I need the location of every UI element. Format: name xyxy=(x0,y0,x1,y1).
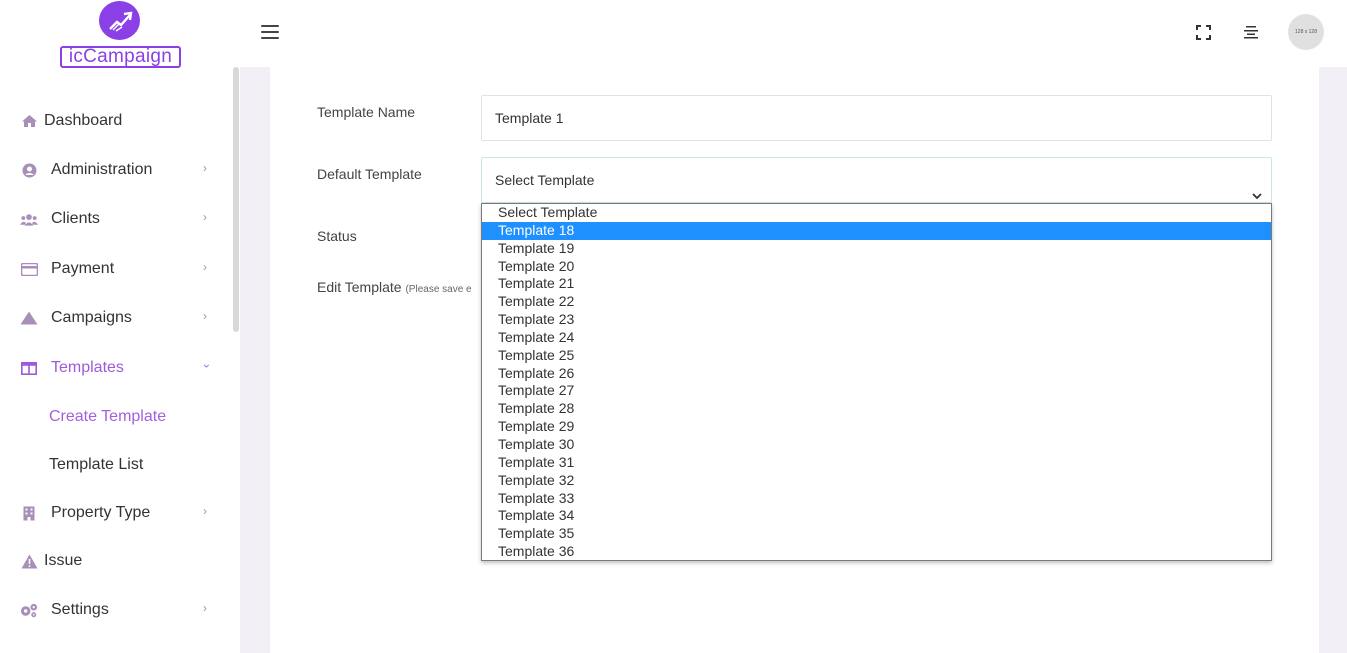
default-template-value: Select Template xyxy=(495,172,595,188)
avatar[interactable]: 128 x 128 xyxy=(1288,14,1324,50)
sidebar-item-label: Dashboard xyxy=(44,112,123,129)
dropdown-option[interactable]: Template 29 xyxy=(482,418,1271,436)
template-name-input[interactable]: Template 1 xyxy=(481,95,1272,141)
sidebar-item-label: Property Type xyxy=(51,504,151,521)
brand-logo[interactable]: icCampaign xyxy=(60,0,182,68)
sidebar-item-issue[interactable]: Issue xyxy=(0,546,232,576)
sidebar-item-label: Settings xyxy=(51,601,109,618)
sidebar-item-administration[interactable]: Administration › xyxy=(0,155,232,185)
sidebar-item-label: Administration xyxy=(51,161,153,178)
mountain-icon xyxy=(20,310,38,326)
sidebar-item-label: Clients xyxy=(51,210,100,227)
sidebar-subitem-create-template[interactable]: Create Template xyxy=(49,408,166,426)
building-icon xyxy=(20,505,38,521)
dropdown-option[interactable]: Template 28 xyxy=(482,400,1271,418)
dropdown-option[interactable]: Template 24 xyxy=(482,329,1271,347)
user-circle-icon xyxy=(20,162,38,178)
dropdown-option[interactable]: Template 35 xyxy=(482,525,1271,543)
chevron-right-icon: › xyxy=(203,210,207,224)
chevron-right-icon: › xyxy=(203,260,207,274)
chevron-right-icon: › xyxy=(203,161,207,175)
template-name-label: Template Name xyxy=(317,104,416,120)
cogs-icon xyxy=(20,602,38,618)
sidebar-item-label: Templates xyxy=(51,359,124,376)
align-center-icon[interactable] xyxy=(1244,25,1258,39)
topbar: 128 x 128 xyxy=(240,0,1347,67)
dropdown-option[interactable]: Template 32 xyxy=(482,472,1271,490)
columns-icon xyxy=(20,360,38,376)
default-template-label: Default Template xyxy=(317,166,422,182)
sidebar-item-label: Issue xyxy=(44,552,83,569)
default-template-select[interactable]: Select Template xyxy=(481,157,1272,203)
status-label: Status xyxy=(317,228,357,244)
dropdown-option[interactable]: Template 22 xyxy=(482,293,1271,311)
dropdown-option[interactable]: Template 36 xyxy=(482,543,1271,561)
dropdown-option[interactable]: Template 31 xyxy=(482,454,1271,472)
dropdown-option-highlighted[interactable]: Template 18 xyxy=(482,221,1271,240)
sidebar-item-property-type[interactable]: Property Type › xyxy=(0,498,232,528)
dropdown-option[interactable]: Template 21 xyxy=(482,275,1271,293)
home-icon xyxy=(20,113,38,129)
chevron-down-icon: › xyxy=(200,364,214,368)
warning-icon xyxy=(20,553,38,569)
sidebar: icCampaign Dashboard Administration › Cl… xyxy=(0,0,240,653)
logo-text: icCampaign xyxy=(60,46,181,68)
dropdown-option[interactable]: Select Template xyxy=(482,204,1271,222)
sidebar-item-templates[interactable]: Templates › xyxy=(0,353,232,383)
users-icon xyxy=(20,211,38,227)
sidebar-item-campaigns[interactable]: Campaigns › xyxy=(0,303,232,333)
dropdown-option[interactable]: Template 34 xyxy=(482,507,1271,525)
chevron-down-icon xyxy=(1252,174,1262,200)
sidebar-item-label: Campaigns xyxy=(51,309,132,326)
edit-template-note: (Please save e xyxy=(405,284,472,295)
template-dropdown-list[interactable]: Select Template Template 18 Template 19 … xyxy=(481,203,1272,561)
dropdown-option[interactable]: Template 27 xyxy=(482,382,1271,400)
sidebar-item-label: Payment xyxy=(51,260,115,277)
logo-arrow-icon xyxy=(99,1,140,40)
sidebar-subitem-template-list[interactable]: Template List xyxy=(49,456,143,474)
edit-template-text: Edit Template xyxy=(317,279,402,295)
chevron-right-icon: › xyxy=(203,504,207,518)
dropdown-option[interactable]: Template 23 xyxy=(482,311,1271,329)
dropdown-option[interactable]: Template 33 xyxy=(482,490,1271,508)
sidebar-item-clients[interactable]: Clients › xyxy=(0,204,232,234)
menu-toggle-icon[interactable] xyxy=(261,25,279,39)
dropdown-option[interactable]: Template 20 xyxy=(482,258,1271,276)
dropdown-option[interactable]: Template 25 xyxy=(482,347,1271,365)
sidebar-item-payment[interactable]: Payment › xyxy=(0,254,232,284)
dropdown-option[interactable]: Template 19 xyxy=(482,240,1271,258)
fullscreen-icon[interactable] xyxy=(1196,25,1211,40)
sidebar-scrollbar[interactable] xyxy=(233,67,239,332)
sidebar-item-dashboard[interactable]: Dashboard xyxy=(0,106,232,136)
credit-card-icon xyxy=(20,261,38,277)
sidebar-item-settings[interactable]: Settings › xyxy=(0,595,232,625)
dropdown-option[interactable]: Template 26 xyxy=(482,365,1271,383)
dropdown-option[interactable]: Template 30 xyxy=(482,436,1271,454)
chevron-right-icon: › xyxy=(203,309,207,323)
edit-template-label: Edit Template (Please save e xyxy=(317,279,472,295)
chevron-right-icon: › xyxy=(203,601,207,615)
